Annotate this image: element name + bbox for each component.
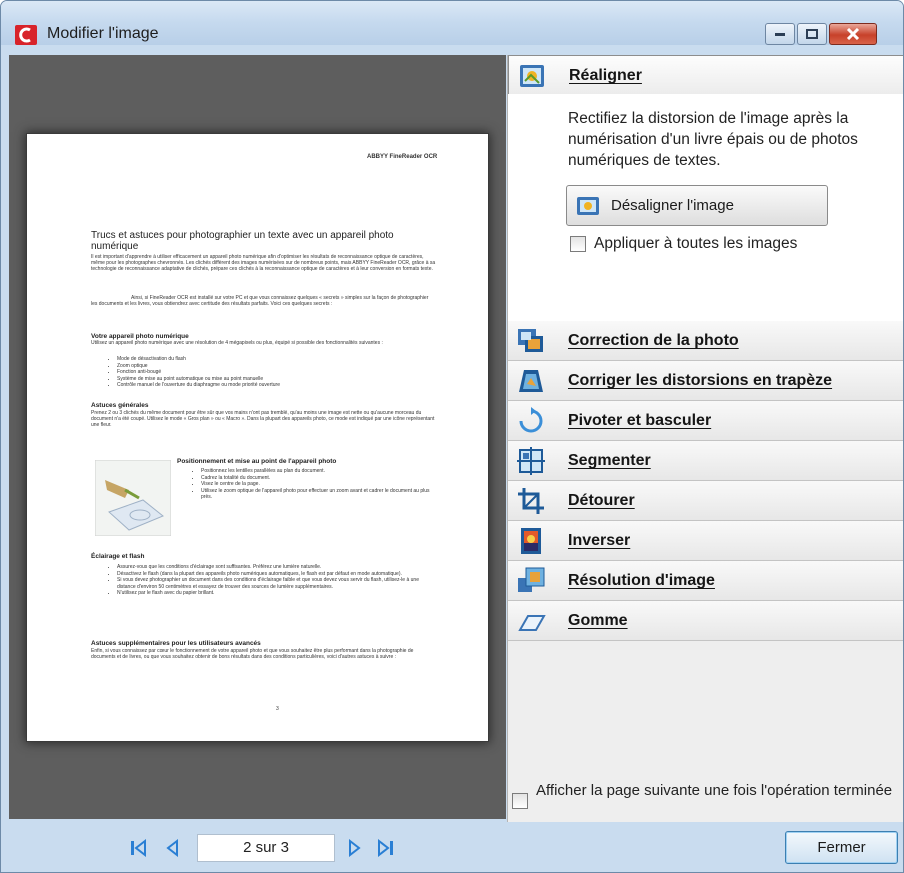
tool-photo-correction[interactable]: Correction de la photo: [508, 321, 903, 361]
list-item: Utilisez le zoom optique de l'appareil p…: [201, 488, 441, 501]
tool-label: Corriger les distorsions en trapèze: [568, 372, 833, 389]
maximize-icon: [806, 29, 818, 39]
app-logo-icon: [15, 25, 37, 45]
page-indicator[interactable]: 2 sur 3: [197, 834, 335, 862]
last-page-button[interactable]: [375, 836, 397, 860]
close-window-button[interactable]: [829, 23, 877, 45]
next-page-checkbox[interactable]: [512, 793, 528, 809]
invert-icon: [521, 528, 541, 554]
tool-label: Réaligner: [569, 67, 642, 84]
split-icon: [517, 447, 545, 475]
tool-realigner[interactable]: Réaligner: [508, 55, 903, 95]
tool-keystone[interactable]: Corriger les distorsions en trapèze: [508, 361, 903, 401]
doc-section2-title: Astuces générales: [91, 402, 149, 409]
doc-section1-text: Utilisez un appareil photo numérique ave…: [91, 340, 383, 346]
minimize-icon: [775, 33, 785, 36]
maximize-button[interactable]: [797, 23, 827, 45]
doc-header: ABBYY FineReader OCR: [367, 154, 438, 160]
apply-to-all-checkbox[interactable]: [570, 236, 586, 252]
tool-label: Correction de la photo: [568, 332, 739, 349]
deskew-button-label: Désaligner l'image: [611, 197, 734, 214]
doc-section1-list: Mode de désactivation du flash Zoom opti…: [107, 356, 427, 389]
doc-section4-list: Assurez-vous que les conditions d'éclair…: [107, 564, 437, 597]
doc-illustration: [95, 460, 171, 536]
photo-correction-icon: [518, 329, 543, 352]
doc-section3-title: Positionnement et mise au point de l'app…: [177, 458, 337, 465]
image-preview-area[interactable]: ABBYY FineReader OCR Trucs et astuces po…: [9, 55, 506, 819]
tool-split[interactable]: Segmenter: [508, 441, 903, 481]
close-button[interactable]: Fermer: [785, 831, 898, 864]
tool-eraser[interactable]: Gomme: [508, 601, 903, 641]
list-item: N'utilisez par le flash avec du papier b…: [117, 590, 437, 597]
realigner-options: Rectifiez la distorsion de l'image après…: [508, 94, 903, 321]
rotate-icon: [519, 407, 543, 433]
apply-to-all-label: Appliquer à toutes les images: [594, 235, 798, 252]
tool-label: Pivoter et basculer: [568, 412, 712, 429]
list-item: Contrôle manuel de l'ouverture du diaphr…: [117, 382, 427, 389]
doc-section5-title: Astuces supplémentaires pour les utilisa…: [91, 640, 261, 647]
eraser-icon: [518, 615, 546, 631]
doc-page-number: 3: [276, 706, 279, 712]
next-page-icon: [349, 839, 361, 857]
document-page: ABBYY FineReader OCR Trucs et astuces po…: [27, 134, 488, 741]
tool-label: Résolution d'image: [568, 572, 715, 589]
minimize-button[interactable]: [765, 23, 795, 45]
realigner-description: Rectifiez la distorsion de l'image après…: [568, 110, 858, 169]
deskew-icon: [577, 197, 599, 215]
previous-page-icon: [166, 839, 178, 857]
tools-panel: Réaligner Rectifiez la distorsion de l'i…: [507, 55, 903, 822]
tool-rotate[interactable]: Pivoter et basculer: [508, 401, 903, 441]
list-item: Si vous devez photographier un document …: [117, 577, 437, 590]
crop-icon: [518, 488, 544, 514]
resolution-icon: [518, 567, 545, 592]
deskew-image-button[interactable]: Désaligner l'image: [566, 185, 828, 226]
doc-intro: Il est important d'apprendre à utiliser …: [91, 254, 436, 272]
trapezoid-icon: [519, 370, 543, 392]
tool-label: Détourer: [568, 492, 635, 509]
doc-section2-text: Prenez 2 ou 3 clichés du même document p…: [91, 410, 435, 428]
doc-intro2: Ainsi, si FineReader OCR est installé su…: [91, 295, 429, 307]
close-icon: [846, 28, 860, 40]
bottom-bar: 2 sur 3 Fermer: [1, 823, 903, 872]
tool-label: Segmenter: [568, 452, 651, 469]
tool-resolution[interactable]: Résolution d'image: [508, 561, 903, 601]
doc-title: Trucs et astuces pour photographier un t…: [91, 230, 394, 252]
previous-page-button[interactable]: [161, 836, 183, 860]
realign-icon: [520, 65, 544, 87]
edit-image-window: Modifier l'image ABBYY FineReader OCR Tr…: [0, 0, 904, 873]
title-bar[interactable]: Modifier l'image: [1, 1, 903, 45]
doc-section5-text: Enfin, si vous connaissez par cœur le fo…: [91, 648, 414, 660]
first-page-button[interactable]: [127, 836, 149, 860]
tool-label: Inverser: [568, 532, 631, 549]
tool-label: Gomme: [568, 612, 628, 629]
tool-crop[interactable]: Détourer: [508, 481, 903, 521]
doc-section4-title: Éclairage et flash: [91, 553, 145, 560]
window-title: Modifier l'image: [47, 25, 159, 42]
tool-invert[interactable]: Inverser: [508, 521, 903, 561]
last-page-icon: [378, 839, 393, 857]
next-page-button[interactable]: [344, 836, 366, 860]
doc-section3-list: Positionnez les lentilles parallèles au …: [191, 468, 441, 501]
first-page-icon: [131, 839, 146, 857]
next-page-label: Afficher la page suivante une fois l'opé…: [536, 782, 893, 799]
